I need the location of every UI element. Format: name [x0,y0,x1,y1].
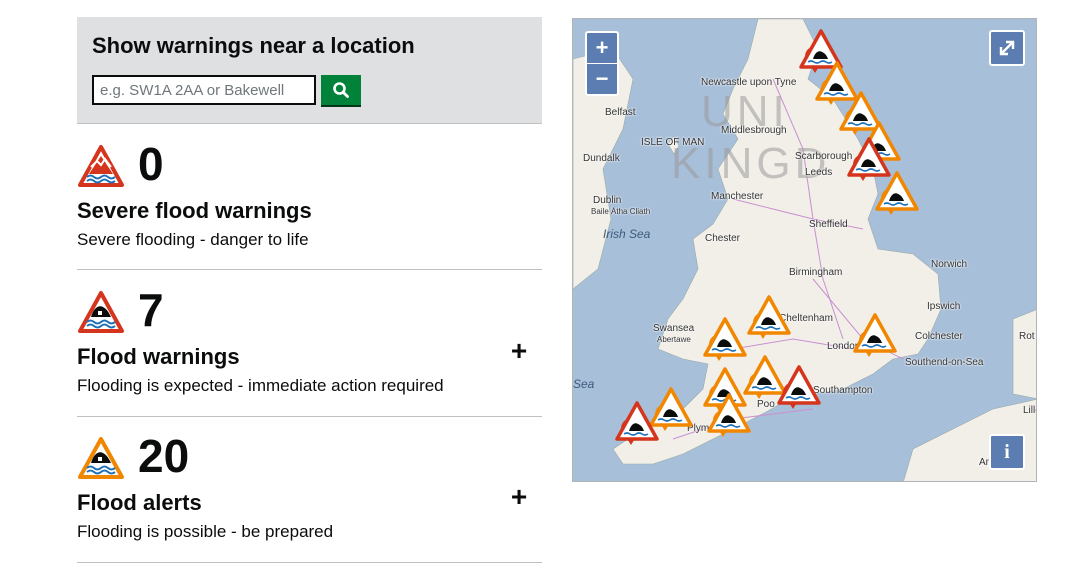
map-info-button[interactable]: i [989,434,1025,470]
location-search-panel: Show warnings near a location [77,17,542,123]
map-label-birmingham: Birmingham [789,267,843,278]
flood-warnings-map[interactable]: UNI KINGD Newcastle upon Tyne Belfast IS… [572,18,1037,482]
map-label-southend: Southend-on-Sea [905,357,984,368]
divider [77,562,542,563]
severe-warning-description: Severe flooding - danger to life [77,230,309,249]
map-label-irish-sea: Irish Sea [603,227,651,241]
severe-flood-warnings-summary: 0 Severe flood warnings Severe flooding … [77,138,542,284]
fullscreen-icon [999,40,1015,56]
map-label-sheffield: Sheffield [809,219,848,230]
expand-flood-warnings-toggle[interactable]: + [507,336,531,366]
map-label-dundalk: Dundalk [583,153,620,164]
fullscreen-button[interactable] [989,30,1025,66]
location-search-input[interactable] [92,75,316,105]
flood-alert-count: 20 [138,430,190,482]
search-button[interactable] [321,75,361,107]
flood-warning-description: Flooding is expected - immediate action … [77,376,444,395]
map-label-southampton: Southampton [813,385,873,396]
expand-flood-alerts-toggle[interactable]: + [507,482,531,512]
map-label-manchester: Manchester [711,191,764,202]
flood-warning-count: 7 [138,284,164,336]
flood-warning-title: Flood warnings [77,344,240,369]
severe-warning-title: Severe flood warnings [77,198,312,223]
map-label-isle-of-man: ISLE OF MAN [641,137,705,148]
map-label-belfast: Belfast [605,107,636,118]
flood-alert-title: Flood alerts [77,490,202,515]
flood-alert-marker[interactable] [849,311,897,359]
divider [77,123,542,124]
map-label-rotterdam-partial: Rot [1019,331,1035,342]
map-label-sea-partial: Sea [573,377,595,391]
map-label-baile-atha-cliath: Baile Átha Cliath [591,207,651,216]
search-title: Show warnings near a location [92,33,415,58]
map-label-chester: Chester [705,233,741,244]
severe-warning-count: 0 [138,138,164,190]
zoom-control: + − [585,31,619,96]
flood-alert-marker[interactable] [743,293,791,341]
flood-alert-description: Flooding is possible - be prepared [77,522,334,541]
flood-warning-marker[interactable] [611,399,659,447]
map-label-leeds: Leeds [805,167,833,178]
map-label-colchester: Colchester [915,331,963,342]
map-label-dublin: Dublin [593,195,622,206]
divider [77,416,542,417]
map-label-newcastle: Newcastle upon Tyne [701,77,797,88]
flood-warning-icon [78,291,124,333]
severe-flood-warning-icon [78,145,124,187]
map-label-norwich: Norwich [931,259,968,270]
map-label-lille: Lille [1023,405,1036,416]
search-icon [333,82,349,98]
zoom-out-button[interactable]: − [587,63,617,94]
flood-alert-marker[interactable] [871,169,919,217]
map-label-abertawe: Abertawe [657,335,691,344]
flood-warnings-summary[interactable]: 7 Flood warnings Flooding is expected - … [77,284,542,430]
divider [77,269,542,270]
map-label-swansea: Swansea [653,323,695,334]
flood-warning-marker[interactable] [773,363,821,411]
zoom-in-button[interactable]: + [587,33,617,63]
map-label-ipswich: Ipswich [927,301,961,312]
map-label-middlesbrough: Middlesbrough [721,125,787,136]
flood-alert-marker[interactable] [703,391,751,439]
flood-alert-icon [78,437,124,479]
flood-alerts-summary[interactable]: 20 Flood alerts Flooding is possible - b… [77,430,542,576]
